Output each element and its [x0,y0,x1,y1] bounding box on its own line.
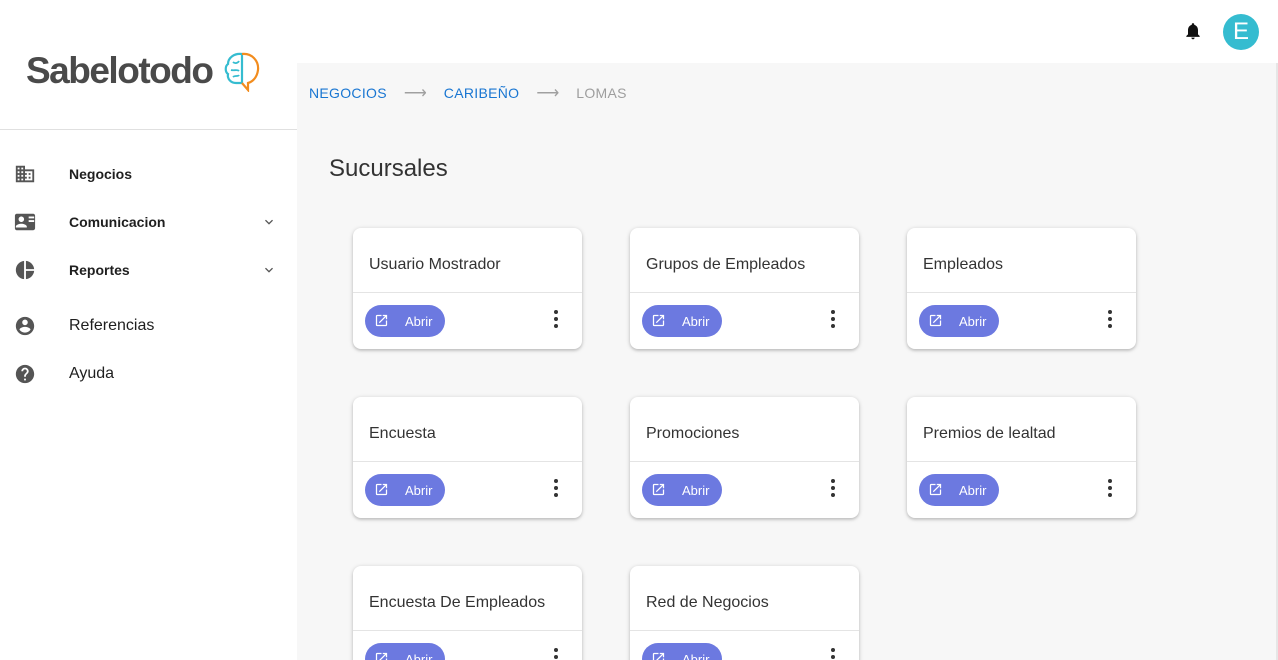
open-button-label: Abrir [682,652,710,660]
open-button[interactable]: Abrir [365,643,445,660]
open-button-label: Abrir [959,314,987,329]
arrow-right-icon: ⟶ [403,85,427,102]
card-title: Encuesta De Empleados [369,594,546,611]
open-in-new-icon [652,483,665,496]
breadcrumb-current: LOMAS [576,85,627,101]
card-encuesta: Encuesta Abrir [353,397,582,518]
open-in-new-icon [375,483,388,496]
sidebar-item-ayuda[interactable]: Ayuda [0,354,297,394]
open-button-label: Abrir [405,314,433,329]
open-button-label: Abrir [405,483,433,498]
card-title: Empleados [923,256,1004,273]
more-vert-icon[interactable] [823,476,843,500]
breadcrumb: NEGOCIOS ⟶ CARIBEÑO ⟶ LOMAS [309,83,627,103]
more-vert-icon[interactable] [1100,307,1120,331]
more-vert-icon[interactable] [546,307,566,331]
brand-name: Sabelotodo [26,50,214,91]
breadcrumb-link-negocios[interactable]: NEGOCIOS [309,85,387,101]
card-empleados: Empleados Abrir [907,228,1136,349]
open-in-new-icon [929,314,942,327]
open-button[interactable]: Abrir [919,305,999,337]
sidebar: Sabelotodo Negocios Comunicacion Reporte… [0,0,297,660]
open-button-label: Abrir [682,483,710,498]
brand-logo[interactable]: Sabelotodo [26,50,262,92]
card-red-de-negocios: Red de Negocios Abrir [630,566,859,660]
account-circle-icon [15,316,35,336]
main-content: NEGOCIOS ⟶ CARIBEÑO ⟶ LOMAS Sucursales U… [297,63,1278,660]
sidebar-item-label: Reportes [69,262,130,278]
breadcrumb-link-caribeno[interactable]: CARIBEÑO [444,85,520,101]
sidebar-item-label: Negocios [69,166,133,182]
sidebar-item-reportes[interactable]: Reportes [0,250,297,290]
card-title: Encuesta [369,425,436,442]
sidebar-item-referencias[interactable]: Referencias [0,306,297,346]
sidebar-item-negocios[interactable]: Negocios [0,154,297,194]
more-vert-icon[interactable] [823,307,843,331]
more-vert-icon[interactable] [1100,476,1120,500]
more-vert-icon[interactable] [546,645,566,660]
open-in-new-icon [929,483,942,496]
sidebar-item-label: Comunicacion [69,214,166,230]
card-title: Grupos de Empleados [646,256,806,273]
open-in-new-icon [375,314,388,327]
open-button[interactable]: Abrir [642,643,722,660]
contact-card-icon [14,213,36,231]
chevron-down-icon[interactable] [261,262,277,278]
card-premios-de-lealtad: Premios de lealtad Abrir [907,397,1136,518]
card-usuario-mostrador: Usuario Mostrador Abrir [353,228,582,349]
card-title: Premios de lealtad [923,425,1056,442]
open-button-label: Abrir [405,652,433,660]
card-promociones: Promociones Abrir [630,397,859,518]
chevron-down-icon[interactable] [261,214,277,230]
open-button[interactable]: Abrir [365,305,445,337]
top-bar [297,0,1278,63]
sidebar-divider [0,129,297,130]
open-in-new-icon [652,652,665,660]
card-title: Red de Negocios [646,594,769,611]
card-divider [630,630,859,631]
open-button[interactable]: Abrir [919,474,999,506]
open-button-label: Abrir [959,483,987,498]
more-vert-icon[interactable] [546,476,566,500]
open-button-label: Abrir [682,314,710,329]
card-encuesta-de-empleados: Encuesta De Empleados Abrir [353,566,582,660]
open-in-new-icon [652,314,665,327]
page-title: Sucursales [329,155,448,182]
card-divider [907,292,1136,293]
card-divider [630,461,859,462]
open-button[interactable]: Abrir [642,305,722,337]
card-divider [353,630,582,631]
card-grupos-de-empleados: Grupos de Empleados Abrir [630,228,859,349]
open-in-new-icon [375,652,388,660]
more-vert-icon[interactable] [823,645,843,660]
sidebar-item-comunicacion[interactable]: Comunicacion [0,202,297,242]
brain-logo-icon [225,52,260,92]
card-divider [353,292,582,293]
pie-chart-icon [15,260,35,280]
arrow-right-icon: ⟶ [536,85,560,102]
card-title: Usuario Mostrador [369,256,501,273]
card-divider [630,292,859,293]
user-avatar[interactable]: E [1223,14,1259,50]
help-icon [15,364,35,384]
sidebar-item-label: Referencias [69,317,155,334]
open-button[interactable]: Abrir [642,474,722,506]
notifications-bell-icon[interactable] [1183,20,1203,42]
open-button[interactable]: Abrir [365,474,445,506]
card-title: Promociones [646,425,740,442]
card-divider [353,461,582,462]
sidebar-item-label: Ayuda [69,365,115,382]
business-icon [15,165,35,183]
card-divider [907,461,1136,462]
